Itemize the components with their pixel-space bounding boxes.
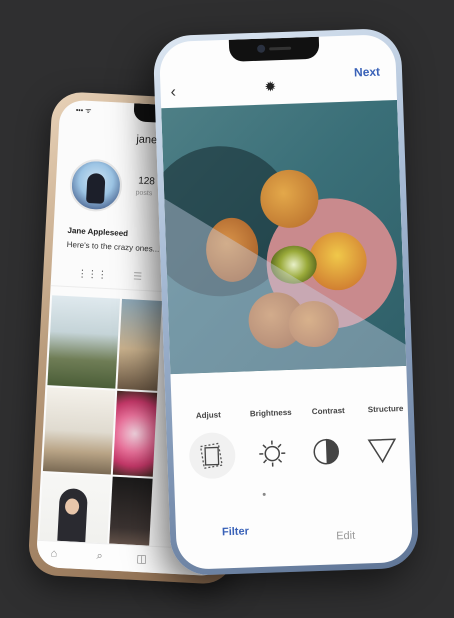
edit-tab[interactable]: Edit xyxy=(336,530,355,543)
notch xyxy=(228,36,320,62)
photo-thumbnail[interactable] xyxy=(112,390,158,477)
edited-photo xyxy=(161,100,407,375)
tool-label-contrast[interactable]: Contrast xyxy=(312,406,345,416)
next-button[interactable]: Next xyxy=(354,65,380,80)
search-icon[interactable]: ⌕ xyxy=(96,550,103,563)
brightness-icon[interactable] xyxy=(248,430,296,478)
photo-thumbnail[interactable] xyxy=(47,295,121,389)
home-icon[interactable]: ⌂ xyxy=(50,547,57,559)
profile-bio: Here's to the crazy ones... xyxy=(66,239,160,254)
back-chevron-icon[interactable]: ‹ xyxy=(170,84,176,102)
edit-tools: Adjust Brightness Contrast Structure xyxy=(171,368,412,516)
avatar[interactable] xyxy=(68,158,124,213)
grid-view-icon[interactable]: ⋮⋮⋮ xyxy=(77,269,108,282)
page-indicator-dot xyxy=(262,492,266,496)
tool-label-brightness[interactable]: Brightness xyxy=(250,408,292,418)
filter-tab[interactable]: Filter xyxy=(222,525,249,538)
editor-screen: ‹ ✹ Next Adjust Brightness Contrast Stru… xyxy=(158,34,414,570)
tool-label-structure[interactable]: Structure xyxy=(368,404,404,414)
tool-label-adjust[interactable]: Adjust xyxy=(196,410,221,420)
adjust-icon[interactable] xyxy=(188,431,237,480)
posts-count: 128 xyxy=(137,175,156,188)
contrast-icon[interactable] xyxy=(302,428,350,476)
structure-icon[interactable] xyxy=(358,426,406,474)
list-view-icon[interactable]: ☰ xyxy=(133,271,143,282)
photo-thumbnail[interactable] xyxy=(117,298,162,391)
brightness-toggle-icon[interactable]: ✹ xyxy=(264,78,276,95)
wifi-icon: ••• ᯤ xyxy=(75,107,92,116)
camera-icon[interactable]: ◫ xyxy=(136,552,147,566)
profile-name: Jane Appleseed xyxy=(67,225,129,239)
editor-phone: ‹ ✹ Next Adjust Brightness Contrast Stru… xyxy=(152,27,420,577)
photo-thumbnail[interactable] xyxy=(42,387,116,475)
posts-label: posts xyxy=(135,189,153,198)
